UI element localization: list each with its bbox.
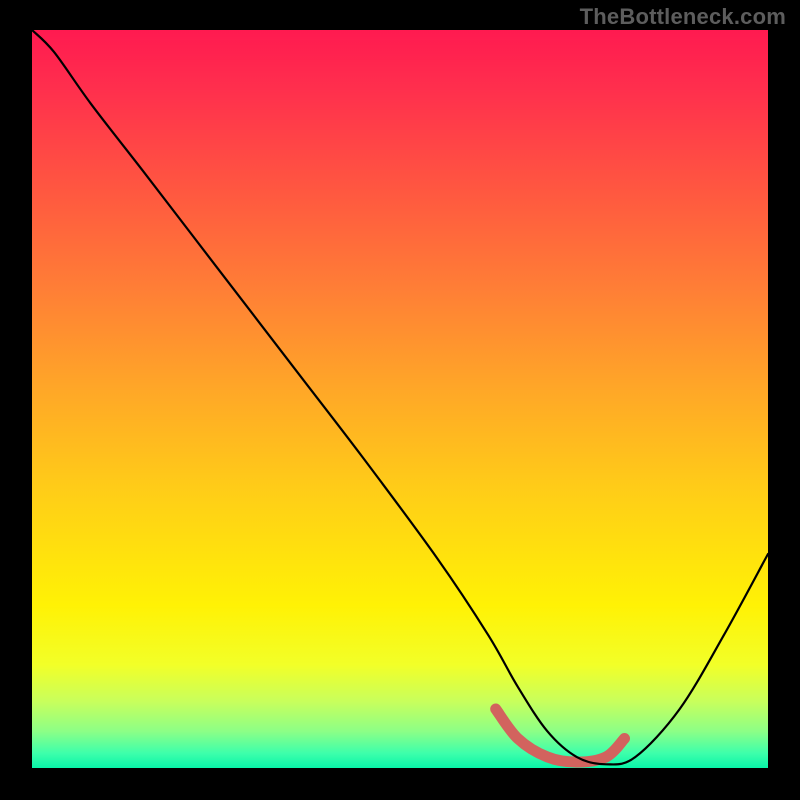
chart-frame: TheBottleneck.com [0, 0, 800, 800]
curve-svg [32, 30, 768, 768]
watermark-text: TheBottleneck.com [580, 4, 786, 30]
plot-area [32, 30, 768, 768]
highlight-segment [496, 709, 625, 762]
bottleneck-curve [32, 30, 768, 764]
